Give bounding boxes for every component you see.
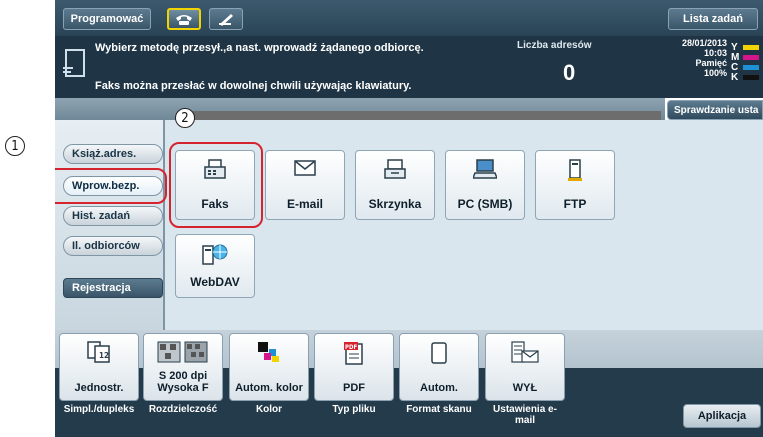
instruction-text-2: Faks można przesłać w dowolnej chwili uż… [95, 80, 412, 92]
tab-job-history[interactable]: Hist. zadań [63, 206, 163, 226]
resolution-button[interactable]: S 200 dpi Wysoka F [143, 333, 223, 401]
computer-icon [473, 159, 497, 179]
callout-2: 2 [175, 108, 195, 128]
scan-size-value: Autom. [420, 382, 458, 394]
time-text: 10:03 [703, 48, 727, 58]
dest-ftp-label: FTP [563, 197, 587, 211]
webdav-icon [202, 244, 228, 265]
address-count-value: 0 [563, 60, 576, 85]
register-button[interactable]: Rejestracja [63, 278, 163, 298]
tab-recipient-count-label: Il. odbiorców [72, 240, 140, 252]
ftp-server-icon [568, 159, 582, 181]
tab-address-book-label: Książ.adres. [72, 148, 137, 160]
status-check-button[interactable]: Sprawdzanie usta [667, 100, 763, 120]
toner-bar-y [743, 45, 759, 50]
job-list-button[interactable]: Lista zadań [668, 8, 758, 30]
fax-line-button[interactable] [167, 8, 201, 30]
application-button[interactable]: Aplikacja [683, 404, 761, 428]
memory-label: Pamięć [695, 58, 727, 68]
telephone-icon [176, 15, 192, 25]
instruction-text-1: Wybierz metodę przesył.,a nast. wprowadź… [95, 42, 424, 54]
simplex-icon: 12 [87, 341, 110, 363]
highlight-fax [169, 142, 263, 228]
address-count-label: Liczba adresów [517, 40, 592, 51]
dest-email-button[interactable]: E-mail [265, 150, 345, 220]
email-settings-caption: Ustawienia e-mail [493, 404, 557, 426]
tab-address-book[interactable]: Książ.adres. [63, 144, 163, 164]
svg-text:12: 12 [99, 351, 109, 360]
dest-smb-button[interactable]: PC (SMB) [445, 150, 525, 220]
dest-webdav-label: WebDAV [190, 275, 240, 289]
duplex-caption: Simpl./dupleks [63, 404, 135, 415]
resolution-value: S 200 dpi Wysoka F [157, 370, 209, 394]
file-type-value: PDF [343, 382, 365, 394]
box-icon [384, 159, 406, 179]
envelope-icon [294, 160, 316, 176]
file-type-caption: Typ pliku [332, 404, 376, 415]
toner-bar-m [743, 55, 759, 60]
control-panel: Programować Lista zadań Wybierz metodę p… [55, 0, 763, 437]
scan-size-button[interactable]: Autom. [399, 333, 479, 401]
memory-value: 100% [703, 68, 727, 78]
email-settings-button[interactable]: WYŁ [485, 333, 565, 401]
email-settings-value: WYŁ [512, 382, 538, 394]
document-send-icon [63, 49, 85, 77]
dest-email-label: E-mail [286, 197, 323, 211]
callout-1: 1 [5, 136, 25, 156]
duplex-button[interactable]: 12 Jednostr. [59, 333, 139, 401]
resolution-icon [157, 341, 208, 363]
highlight-direct-input [55, 168, 167, 204]
handset-icon [219, 14, 233, 26]
color-value: Autom. kolor [235, 382, 303, 394]
tab-job-history-label: Hist. zadań [72, 210, 131, 222]
onhook-button[interactable] [209, 8, 243, 30]
toner-bar-k [743, 75, 759, 80]
duplex-value: Jednostr. [74, 382, 124, 394]
tab-recipient-count[interactable]: Il. odbiorców [63, 236, 163, 256]
dest-webdav-button[interactable]: WebDAV [175, 234, 255, 298]
register-button-label: Rejestracja [72, 282, 131, 294]
dest-ftp-button[interactable]: FTP [535, 150, 615, 220]
svg-text:PDF: PDF [345, 344, 357, 351]
toner-bar-c [743, 65, 759, 70]
toner-levels: Y M C K [731, 42, 761, 86]
color-icon [258, 342, 279, 362]
date-text: 28/01/2013 [681, 38, 727, 48]
file-type-button[interactable]: PDF PDF [314, 333, 394, 401]
dest-box-button[interactable]: Skrzynka [355, 150, 435, 220]
pdf-icon: PDF [344, 342, 363, 365]
program-button[interactable]: Programować [63, 8, 151, 30]
top-bar: Programować Lista zadań [55, 0, 763, 36]
email-settings-icon [511, 341, 539, 363]
page-icon [431, 342, 447, 364]
message-area: Wybierz metodę przesył.,a nast. wprowadź… [55, 36, 763, 98]
scan-size-caption: Format skanu [406, 404, 472, 415]
color-caption: Kolor [255, 404, 283, 415]
color-button[interactable]: Autom. kolor [229, 333, 309, 401]
resolution-caption: Rozdzielczość [148, 404, 218, 415]
dest-smb-label: PC (SMB) [457, 197, 513, 211]
dest-box-label: Skrzynka [368, 197, 422, 211]
toner-letter-k: K [731, 72, 739, 83]
